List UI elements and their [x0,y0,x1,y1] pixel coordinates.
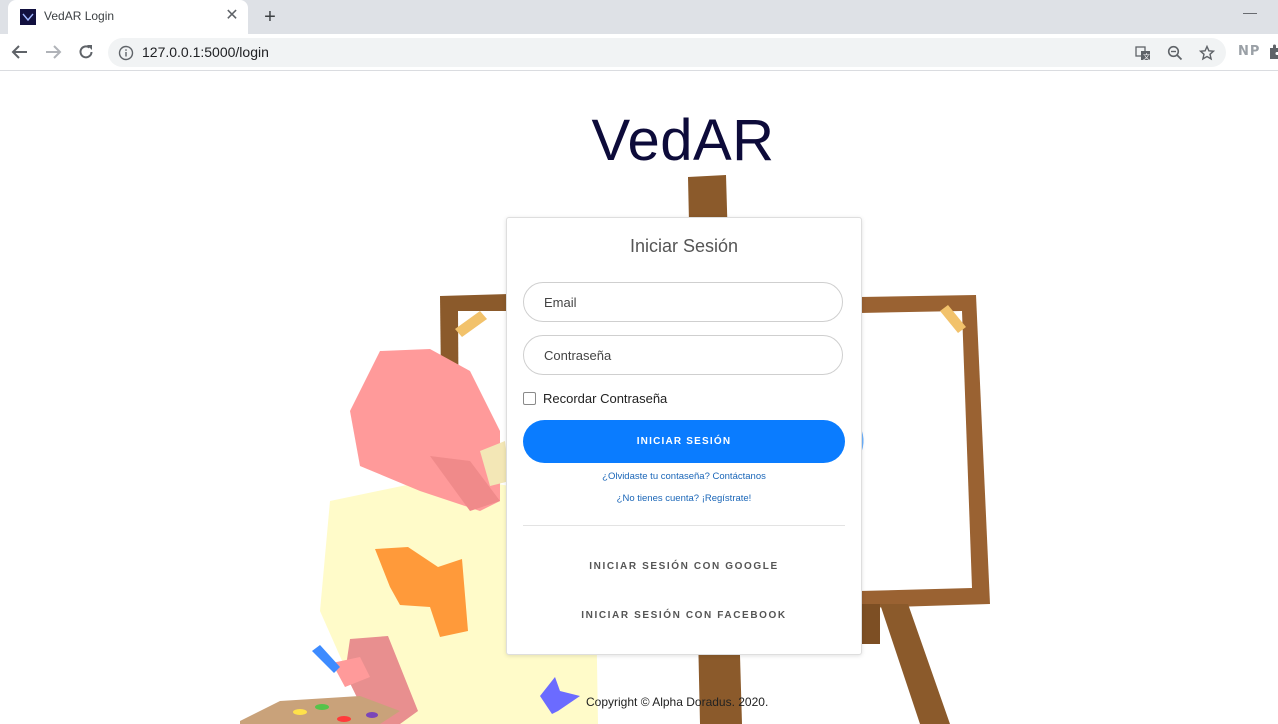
translate-icon[interactable]: 文 [1135,45,1151,61]
card-divider [523,525,845,526]
right-canvas-surface [860,311,972,591]
easel-leg-right [880,604,950,724]
login-card: Iniciar Sesión Recordar Contraseña INICI… [506,217,862,655]
copyright-text: Copyright © Alpha Doradus. 2020. [586,695,769,709]
palette-paint-yellow [293,709,307,715]
browser-tab[interactable]: VedAR Login ✕ [8,0,248,34]
browser-toolbar: 127.0.0.1:5000/login 文 NP [0,34,1278,71]
browser-tab-bar: VedAR Login ✕ + — [0,0,1278,34]
login-button[interactable]: INICIAR SESIÓN [523,420,845,463]
zoom-icon[interactable] [1167,45,1183,61]
site-info-icon[interactable] [118,45,134,61]
np-extension-icon[interactable]: NP [1238,44,1260,59]
palette-paint-red [337,716,351,722]
extensions-puzzle-icon[interactable] [1268,44,1278,60]
login-card-title: Iniciar Sesión [629,236,739,256]
bookmark-star-icon[interactable] [1199,45,1215,61]
url-text[interactable]: 127.0.0.1:5000/login [142,44,269,60]
forgot-password-link[interactable]: ¿Olvidaste tu contaseña? Contáctanos [507,471,861,482]
reload-icon[interactable] [74,40,98,64]
app-title: VedAR [591,108,775,173]
paint-brush [312,645,340,673]
forward-arrow-icon[interactable] [41,40,65,64]
remember-password-checkbox[interactable] [523,392,536,405]
login-page: VedAR Iniciar Sesión Recordar Contraseña… [0,71,1278,724]
minimize-window-icon[interactable]: — [1240,4,1260,24]
email-field[interactable] [523,282,843,322]
svg-text:文: 文 [1143,52,1150,61]
google-login-button[interactable]: INICIAR SESIÓN CON GOOGLE [507,561,861,572]
facebook-login-button[interactable]: INICIAR SESIÓN CON FACEBOOK [507,610,861,621]
remember-password-row[interactable]: Recordar Contraseña [523,391,667,406]
address-bar[interactable]: 127.0.0.1:5000/login 文 [108,38,1226,67]
palette-paint-green [315,704,329,710]
palette-paint-purple [366,712,378,718]
register-link[interactable]: ¿No tienes cuenta? ¡Regístrate! [507,493,861,504]
password-field[interactable] [523,335,843,375]
remember-password-label[interactable]: Recordar Contraseña [543,391,667,406]
tab-title: VedAR Login [44,9,115,23]
vedar-favicon-icon [20,9,36,25]
new-tab-icon[interactable]: + [258,5,282,29]
tab-close-icon[interactable]: ✕ [222,6,242,26]
easel-crossbar [862,604,880,644]
back-arrow-icon[interactable] [8,40,32,64]
